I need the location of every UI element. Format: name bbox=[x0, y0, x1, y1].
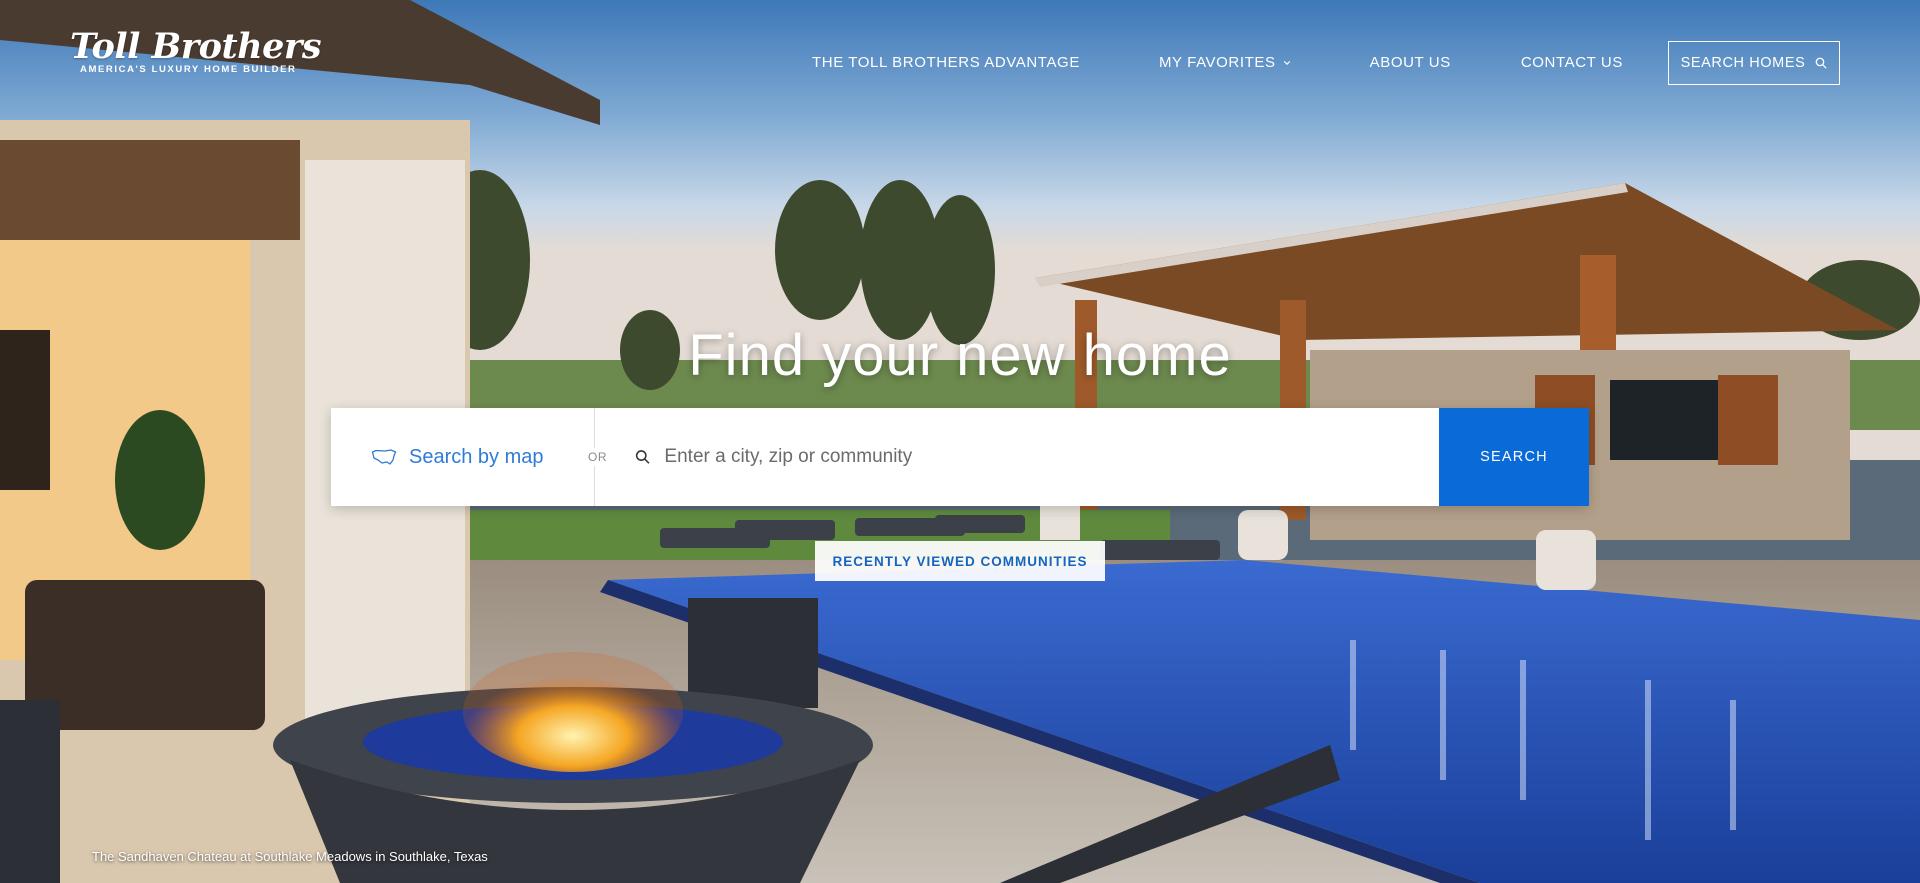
brand-logo[interactable]: Toll Brothers AMERICA'S LUXURY HOME BUIL… bbox=[70, 26, 322, 76]
chevron-down-icon bbox=[1283, 60, 1290, 65]
brand-wordmark: Toll Brothers bbox=[70, 26, 322, 67]
nav-item-advantage[interactable]: THE TOLL BROTHERS ADVANTAGE bbox=[812, 54, 1080, 71]
nav-item-my-favorites[interactable]: MY FAVORITES bbox=[1159, 54, 1291, 71]
location-search bbox=[595, 408, 1439, 506]
search-homes-button[interactable]: SEARCH HOMES bbox=[1668, 41, 1840, 85]
main-nav: THE TOLL BROTHERS ADVANTAGE MY FAVORITES… bbox=[812, 54, 1623, 71]
recently-viewed-communities-button[interactable]: RECENTLY VIEWED COMMUNITIES bbox=[815, 541, 1105, 581]
location-search-input[interactable] bbox=[664, 446, 1439, 468]
search-icon bbox=[635, 450, 650, 464]
search-homes-label: SEARCH HOMES bbox=[1680, 55, 1806, 71]
search-button[interactable]: SEARCH bbox=[1439, 408, 1589, 506]
brand-tagline: AMERICA'S LUXURY HOME BUILDER bbox=[80, 64, 297, 75]
nav-item-about-us[interactable]: ABOUT US bbox=[1370, 54, 1451, 71]
nav-item-contact-us[interactable]: CONTACT US bbox=[1521, 54, 1623, 71]
search-by-map-button[interactable]: Search by map bbox=[331, 408, 595, 506]
nav-item-my-favorites-label: MY FAVORITES bbox=[1158, 54, 1276, 71]
us-map-icon bbox=[371, 449, 397, 465]
search-by-map-label: Search by map bbox=[409, 445, 544, 468]
hero-headline: Find your new home bbox=[688, 323, 1232, 388]
search-icon bbox=[1816, 57, 1828, 69]
photo-caption: The Sandhaven Chateau at Southlake Meado… bbox=[92, 849, 488, 864]
or-label: OR bbox=[586, 448, 609, 466]
home-search-bar: Search by map OR SEARCH bbox=[331, 408, 1589, 506]
